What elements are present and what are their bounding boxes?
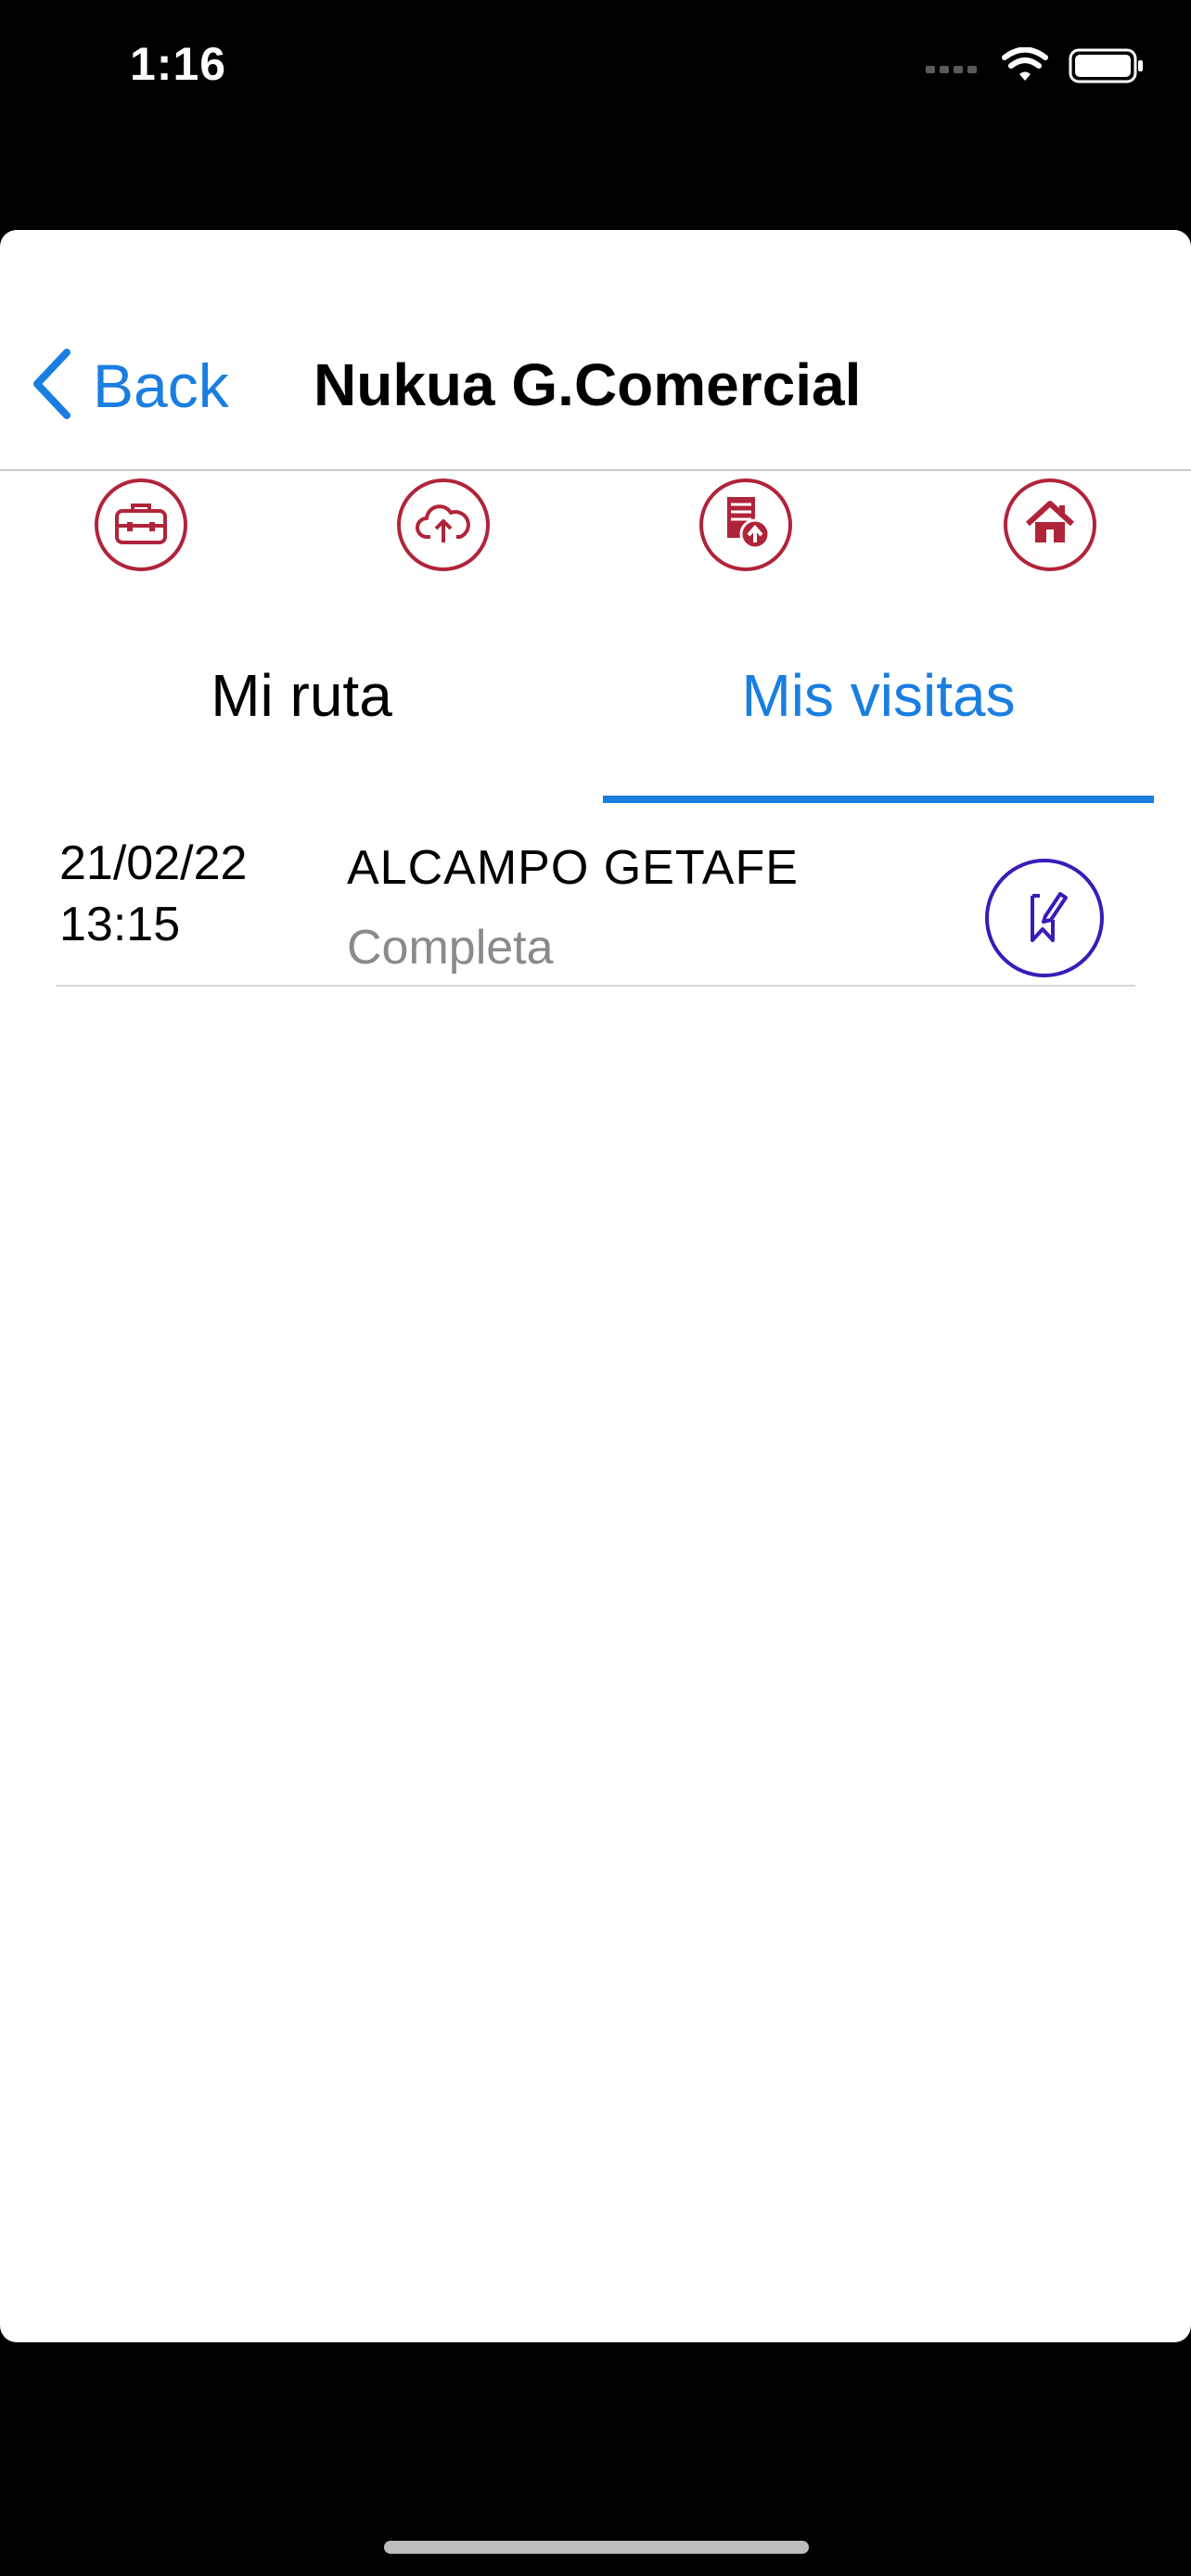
active-tab-indicator [603,796,1154,803]
list-item[interactable]: 21/02/22 13:15 ALCAMPO GETAFE Completa [0,823,1191,987]
chevron-left-icon [32,348,72,424]
edit-visit-button[interactable] [985,859,1104,977]
home-indicator [384,2541,809,2554]
home-icon [1024,500,1076,551]
cloud-upload-button[interactable] [397,478,490,571]
status-icons [926,45,1145,91]
back-button[interactable]: Back [32,348,229,424]
back-label: Back [93,351,229,420]
status-time: 1:16 [130,38,227,90]
edit-bookmark-icon [1012,883,1077,954]
visit-datetime: 21/02/22 13:15 [59,833,247,955]
document-upload-icon [718,493,774,557]
toolbar [0,478,1191,579]
tab-mis-visitas[interactable]: Mis visitas [603,638,1154,753]
row-divider [56,985,1135,987]
status-bar: 1:16 [0,0,1191,139]
visit-date: 21/02/22 [59,836,248,890]
sheet-card: Back Nukua G.Comercial Mi ruta Mis visit… [0,230,1191,2342]
visit-time: 13:15 [59,898,181,951]
tab-mi-ruta[interactable]: Mi ruta [0,638,603,753]
wifi-icon [1002,46,1048,89]
document-upload-button[interactable] [699,478,792,571]
visit-client-name: ALCAMPO GETAFE [347,841,799,895]
signal-icon [926,57,981,80]
briefcase-icon [113,500,169,551]
visit-status: Completa [347,921,554,975]
page-title: Nukua G.Comercial [314,351,862,418]
cloud-upload-icon [416,500,471,551]
briefcase-button[interactable] [95,478,187,571]
navigation-bar: Back Nukua G.Comercial [0,230,1191,471]
app-screen: 1:16 Back Nukua G.Comercial Mi ruta Mis … [0,0,1191,2576]
tab-bar: Mi ruta Mis visitas [0,638,1191,759]
battery-icon [1069,47,1145,89]
home-button[interactable] [1004,478,1096,571]
